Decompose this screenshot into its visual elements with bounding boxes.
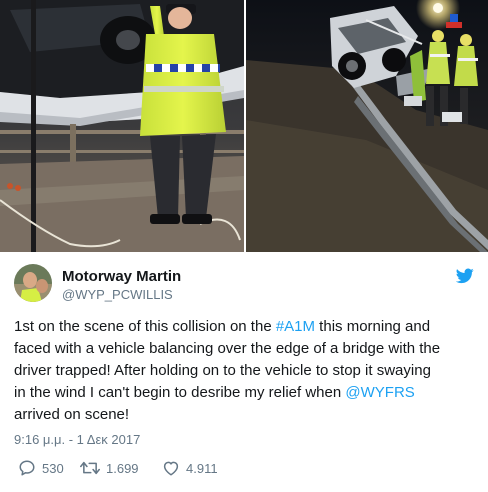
reply-count: 530 <box>42 460 64 476</box>
tweet-text-segment: arrived on scene! <box>14 406 130 423</box>
like-button[interactable]: 4.911 <box>162 458 218 478</box>
retweet-button[interactable]: 1.699 <box>80 458 139 478</box>
retweet-count: 1.699 <box>106 460 139 476</box>
tweet-timestamp[interactable]: 9:16 μ.μ. - 1 Δεκ 2017 <box>14 432 140 447</box>
tweet-text-line: faced with a vehicle balancing over the … <box>14 338 478 360</box>
author-name[interactable]: Motorway Martin <box>62 268 181 285</box>
tweet-text-segment: faced with a vehicle balancing over the … <box>14 340 441 357</box>
heart-icon <box>163 461 179 476</box>
tweet-text-line: in the wind I can't begin to desribe my … <box>14 382 478 404</box>
tweet-text-segment: driver trapped! After holding on to the … <box>14 362 431 379</box>
bird-icon[interactable] <box>455 268 474 284</box>
tweet-text: 1st on the scene of this collision on th… <box>14 316 478 426</box>
photo-officer-holding-vehicle[interactable] <box>0 0 244 252</box>
hashtag-link[interactable]: #A1M <box>276 318 315 335</box>
tweet-header: Motorway Martin @WYP_PCWILLIS <box>14 264 484 304</box>
reply-icon <box>19 460 35 476</box>
tweet-text-line: arrived on scene! <box>14 404 478 426</box>
author-handle[interactable]: @WYP_PCWILLIS <box>62 287 173 302</box>
mention-link[interactable]: @WYFRS <box>345 384 414 401</box>
reply-button[interactable]: 530 <box>18 458 64 478</box>
tweet-text-segment: in the wind I can't begin to desribe my … <box>14 384 346 401</box>
tweet-text-line: 1st on the scene of this collision on th… <box>14 316 478 338</box>
tweet-text-line: driver trapped! After holding on to the … <box>14 360 478 382</box>
tweet-actions: 530 1.699 4.911 <box>14 458 314 478</box>
retweet-icon <box>80 461 100 475</box>
like-count: 4.911 <box>186 460 218 476</box>
photo-crash-scene-night[interactable] <box>246 0 488 252</box>
tweet-text-segment: this morning and <box>315 318 431 335</box>
tweet-text-segment: 1st on the scene of this collision on th… <box>14 318 276 335</box>
tweet-media <box>0 0 488 252</box>
author-avatar[interactable] <box>14 264 52 302</box>
